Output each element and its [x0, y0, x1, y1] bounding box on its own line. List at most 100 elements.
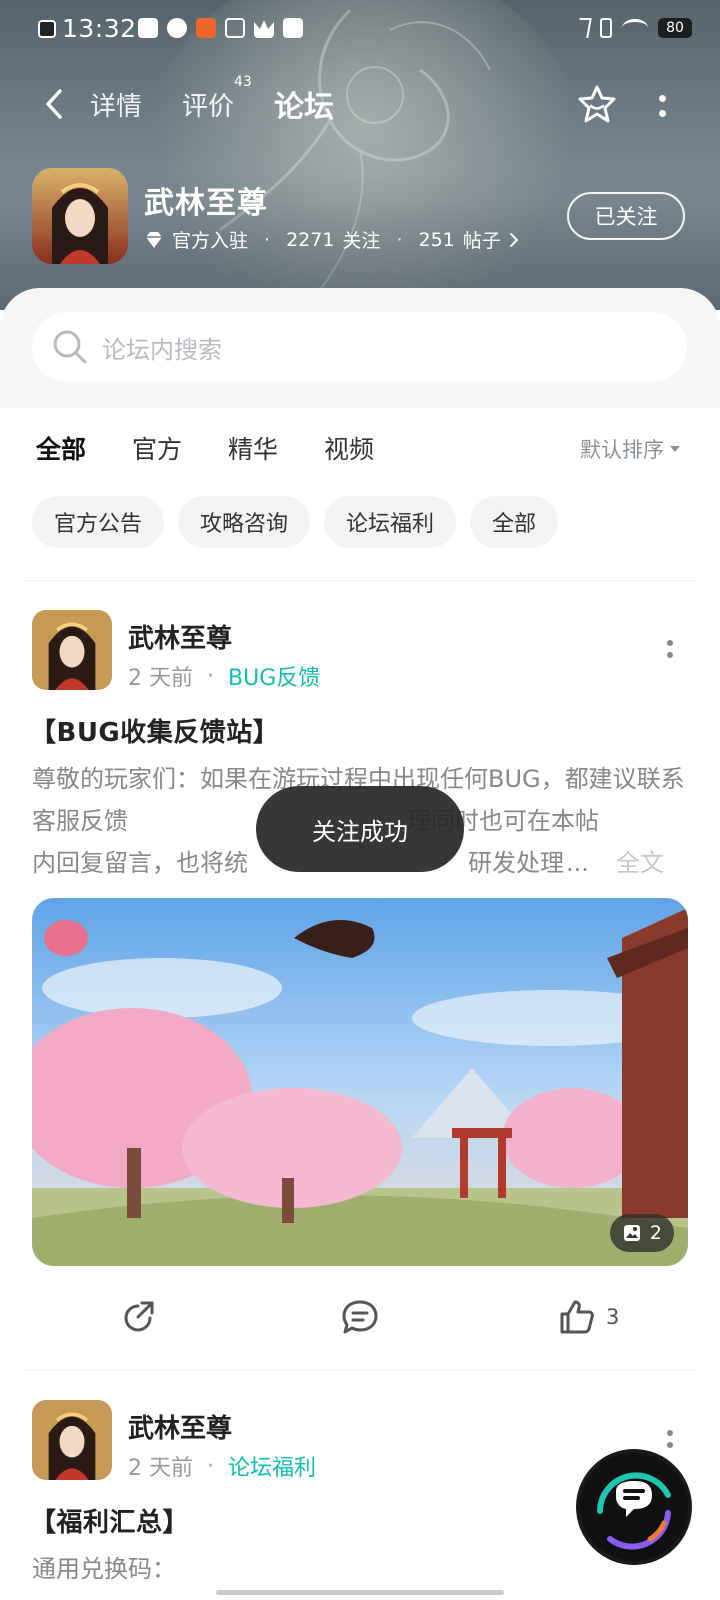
post-body-line: 研发处理 [468, 849, 564, 877]
chip-official-announcement[interactable]: 官方公告 [32, 496, 165, 548]
post-tag[interactable]: BUG反馈 [228, 660, 320, 692]
diamond-icon [144, 230, 164, 250]
play-app-icon [138, 18, 158, 38]
filter-tab-featured[interactable]: 精华 [228, 430, 278, 466]
avatar-art [32, 610, 112, 690]
post-meta: 2 天前 · BUG反馈 [128, 660, 320, 692]
chevron-left-icon [46, 89, 62, 119]
status-app-icons [138, 18, 303, 38]
avatar-art [32, 1400, 112, 1480]
game-title: 武林至尊 [144, 186, 268, 221]
tab-details[interactable]: 详情 [90, 86, 142, 123]
battery-indicator: 80 [658, 18, 692, 38]
filter-tabs: 全部 官方 精华 视频 默认排序 [0, 408, 720, 478]
more-options-button[interactable] [650, 86, 674, 126]
meta-separator: · [207, 663, 214, 689]
toast-message: 关注成功 [256, 786, 464, 872]
post-author-name[interactable]: 武林至尊 [128, 1408, 232, 1445]
meta-separator: · [264, 228, 271, 251]
share-button[interactable] [120, 1298, 158, 1336]
chip-forum-welfare[interactable]: 论坛福利 [324, 496, 457, 548]
post-author-avatar[interactable] [32, 610, 112, 690]
search-icon [52, 329, 88, 365]
wifi-icon [622, 19, 648, 37]
post-image-art [32, 898, 688, 1266]
more-dot [667, 1430, 673, 1436]
image-count: 2 [649, 1222, 662, 1244]
chip-guide-consult[interactable]: 攻略咨询 [178, 496, 311, 548]
post-time: 2 天前 [128, 1456, 193, 1481]
back-button[interactable] [36, 84, 72, 124]
post-count[interactable]: 251 [418, 229, 454, 251]
post-image[interactable]: 2 [32, 898, 688, 1266]
more-dot [658, 95, 666, 102]
follower-label: 关注 [342, 230, 381, 252]
meta-separator: · [396, 228, 403, 251]
search-input[interactable]: 论坛内搜索 [32, 312, 687, 382]
filter-tab-all[interactable]: 全部 [36, 430, 86, 472]
more-dot [667, 640, 673, 646]
image-icon [623, 1225, 640, 1241]
star-smile-icon [578, 85, 616, 123]
game-meta: 官方入驻 · 2271 关注 · 251 帖子 [144, 226, 519, 253]
post-author-name[interactable]: 武林至尊 [128, 618, 232, 655]
divider [24, 1370, 696, 1371]
more-dot [667, 1442, 673, 1448]
chevron-right-icon[interactable] [509, 232, 519, 248]
post-tag[interactable]: 论坛福利 [228, 1450, 316, 1482]
game-avatar-art [32, 168, 128, 264]
share-icon [124, 1301, 154, 1332]
flame-app-icon [225, 18, 245, 38]
caret-down-icon [670, 446, 680, 452]
post-title[interactable]: 【BUG收集反馈站】 [30, 712, 279, 749]
link-app-icon [167, 18, 187, 38]
vibrate-icon [600, 18, 612, 38]
status-left-icons [38, 20, 56, 38]
post-more-button[interactable] [660, 1424, 680, 1454]
post-time: 2 天前 [128, 666, 193, 691]
post-meta: 2 天前 · 论坛福利 [128, 1450, 316, 1482]
post-title[interactable]: 【福利汇总】 [30, 1502, 189, 1539]
forum-header-banner: 13:32 80 详情 评价 43 论坛 武林至尊 官方入驻 · 2271 关注… [0, 0, 720, 310]
post-body-line: 内回复留言，也将统 [32, 849, 248, 877]
status-bar: 13:32 80 [0, 12, 720, 48]
more-dot [658, 110, 666, 117]
game-app-icon [196, 18, 216, 38]
comment-icon [342, 1300, 378, 1334]
filter-tab-official[interactable]: 官方 [132, 430, 182, 466]
category-chips: 官方公告 攻略咨询 论坛福利 全部 [32, 496, 559, 548]
image-count-badge: 2 [609, 1214, 674, 1252]
home-indicator [216, 1590, 504, 1595]
chip-all[interactable]: 全部 [470, 496, 559, 548]
filter-tab-video[interactable]: 视频 [324, 430, 374, 466]
follow-button[interactable]: 已关注 [567, 192, 685, 240]
review-count-badge: 43 [234, 74, 252, 90]
status-time: 13:32 [62, 14, 137, 43]
like-count: 3 [606, 1305, 620, 1329]
official-badge: 官方入驻 [172, 230, 249, 252]
status-right-icons: 80 [576, 18, 692, 38]
chat-button[interactable] [580, 1453, 688, 1561]
comment-button[interactable] [340, 1298, 380, 1336]
meta-separator: · [207, 1453, 214, 1479]
search-panel: 论坛内搜索 [0, 288, 720, 408]
post-author-avatar[interactable] [32, 1400, 112, 1480]
post-label[interactable]: 帖子 [463, 226, 501, 253]
top-navigation: 详情 评价 43 论坛 [0, 74, 720, 134]
thumbs-up-icon [560, 1300, 594, 1334]
game-avatar[interactable] [32, 168, 128, 264]
divider [24, 580, 696, 581]
chat-bubble-icon [597, 1472, 671, 1550]
follower-count: 2271 [286, 228, 335, 251]
favorite-button[interactable] [572, 80, 622, 130]
search-placeholder: 论坛内搜索 [102, 335, 222, 364]
tab-forum[interactable]: 论坛 [272, 82, 336, 126]
post-more-button[interactable] [660, 634, 680, 664]
more-dot [667, 652, 673, 658]
read-full-link[interactable]: 全文 [616, 842, 664, 884]
sort-dropdown[interactable]: 默认排序 [580, 434, 680, 464]
like-button[interactable]: 3 [558, 1298, 619, 1336]
ellipsis: ... [566, 849, 589, 877]
tab-reviews[interactable]: 评价 [182, 86, 234, 123]
message-app-icon [283, 18, 303, 38]
